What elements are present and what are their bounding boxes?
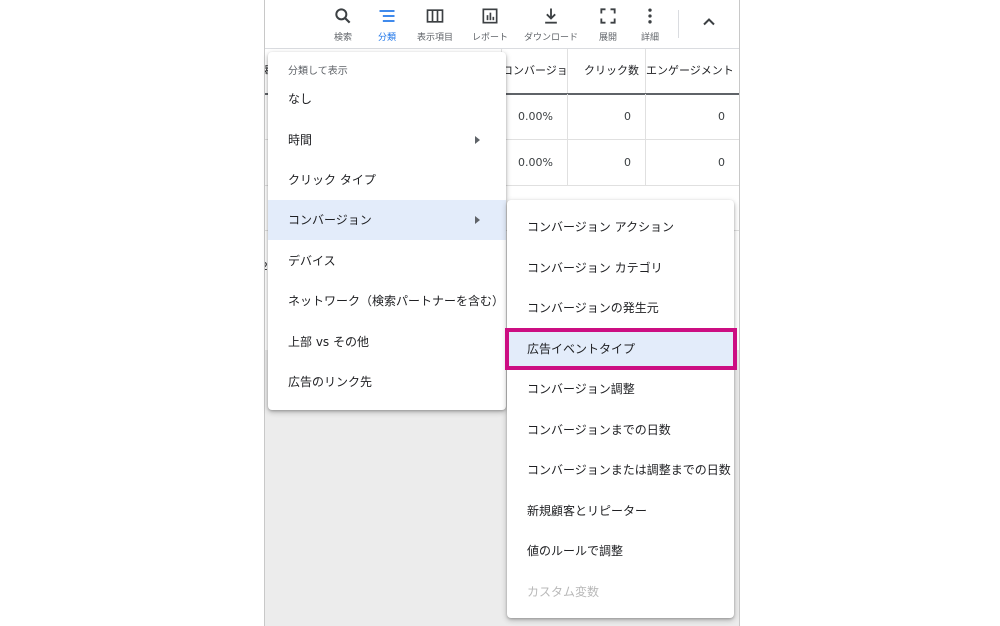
submenu-arrow-icon [475,136,480,144]
more-icon [622,6,678,26]
menu-item-label: 上部 vs その他 [288,335,369,349]
download-button[interactable]: ダウンロード [523,6,579,46]
segment-item-none[interactable]: なし [268,79,506,119]
conversion-submenu: コンバージョン アクション コンバージョン カテゴリ コンバージョンの発生元 広… [507,200,734,618]
menu-item-label: コンバージョン調整 [527,382,635,396]
report-icon [462,6,518,26]
submenu-item-conversion-source[interactable]: コンバージョンの発生元 [507,288,734,328]
segment-item-conversion[interactable]: コンバージョン [268,200,506,240]
more-button[interactable]: 詳細 [622,6,678,46]
menu-item-label: 値のルールで調整 [527,544,624,558]
submenu-item-days-to-conversion[interactable]: コンバージョンまでの日数 [507,410,734,450]
cell-conversion-rate: 0.00% [501,140,567,185]
menu-item-label: コンバージョン カテゴリ [527,261,663,275]
toolbar-divider [678,10,679,38]
submenu-item-conversion-action[interactable]: コンバージョン アクション [507,207,734,247]
header-conversion-rate[interactable]: コンバージョン [501,49,567,93]
columns-button[interactable]: 表示項目 [407,6,463,46]
segment-menu: 分類して表示 なし 時間 クリック タイプ コンバージョン デバイス ネットワー… [268,52,506,410]
menu-item-label: 新規顧客とリピーター [527,504,648,518]
download-icon [523,6,579,26]
segment-item-click-type[interactable]: クリック タイプ [268,160,506,200]
menu-item-label: コンバージョンまでの日数 [527,423,671,437]
menu-item-label: コンバージョン アクション [527,220,674,234]
submenu-item-value-rule-adjustment[interactable]: 値のルールで調整 [507,531,734,571]
report-button[interactable]: レポート [462,6,518,46]
report-label: レポート [471,33,508,43]
segment-item-network[interactable]: ネットワーク（検索パートナーを含む） [268,281,506,321]
chevron-up-icon [699,17,719,36]
menu-item-label: 広告のリンク先 [288,375,373,389]
menu-item-label: コンバージョンの発生元 [527,301,659,315]
submenu-item-days-to-conversion-or-adjustment[interactable]: コンバージョンまたは調整までの日数 [507,450,734,490]
header-clicks[interactable]: クリック数 [567,49,645,93]
menu-item-label: コンバージョンまたは調整までの日数 [527,463,731,477]
columns-label: 表示項目 [416,33,453,43]
columns-icon [407,6,463,26]
menu-item-label: デバイス [288,254,336,268]
segment-item-time[interactable]: 時間 [268,120,506,160]
segment-item-ad-destination[interactable]: 広告のリンク先 [268,362,506,402]
menu-item-label: 時間 [288,133,313,147]
header-engagement[interactable]: エンゲージメント [645,49,739,93]
submenu-item-conversion-adjustment[interactable]: コンバージョン調整 [507,369,734,409]
segment-item-device[interactable]: デバイス [268,241,506,281]
menu-item-label: なし [288,92,313,106]
table-toolbar: 検索 分類 表示項目 レポート ダウンロード 展開 詳細 [265,0,739,48]
submenu-item-custom-variables: カスタム変数 [507,572,734,612]
highlight-frame [505,328,737,370]
cell-clicks: 0 [567,140,645,185]
submenu-arrow-icon [475,216,480,224]
menu-item-label: ネットワーク（検索パートナーを含む） [288,294,505,308]
segment-item-top-vs-other[interactable]: 上部 vs その他 [268,322,506,362]
menu-item-label: カスタム変数 [527,585,600,599]
download-label: ダウンロード [523,33,578,43]
submenu-item-conversion-category[interactable]: コンバージョン カテゴリ [507,248,734,288]
cell-clicks: 0 [567,94,645,139]
cell-conversion-rate: 0.00% [501,94,567,139]
menu-item-label: コンバージョン [288,213,372,227]
submenu-item-new-vs-returning[interactable]: 新規顧客とリピーター [507,491,734,531]
more-label: 詳細 [640,33,659,43]
menu-item-label: クリック タイプ [288,173,376,187]
segment-menu-heading: 分類して表示 [288,66,348,77]
cell-engagement: 0 [645,140,739,185]
cell-engagement: 0 [645,94,739,139]
collapse-button[interactable] [695,12,723,36]
